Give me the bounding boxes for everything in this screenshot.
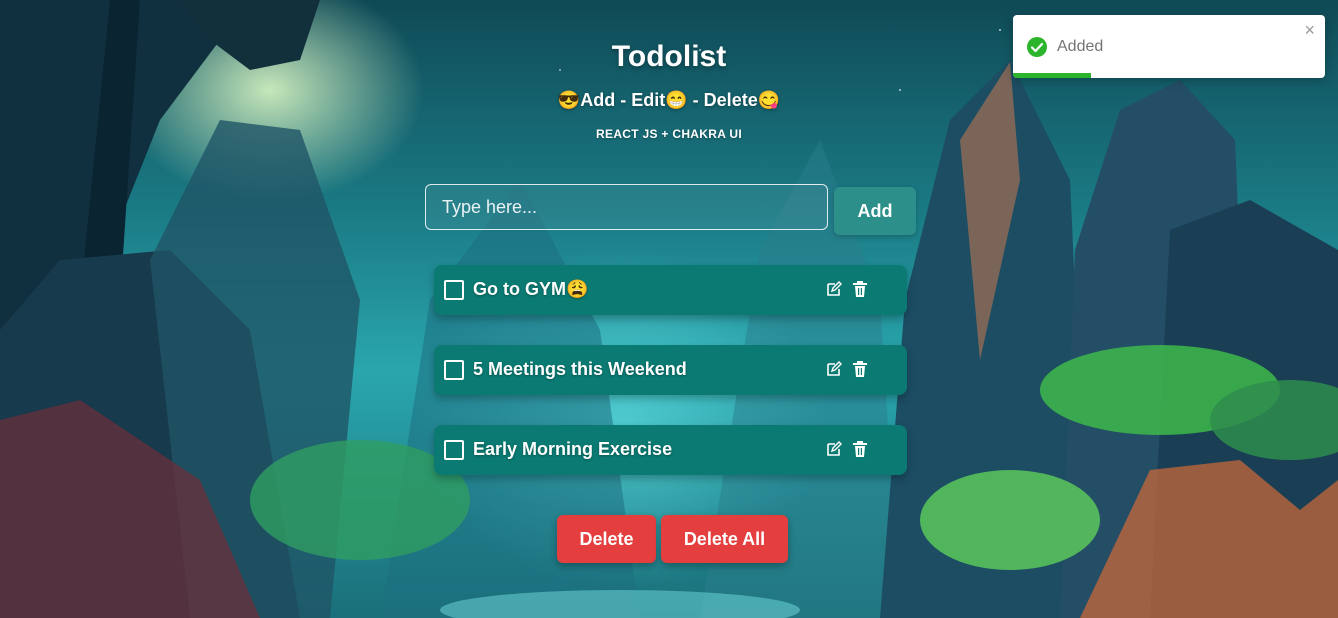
todo-app: Todolist 😎Add - Edit😁 - Delete😋 REACT JS…: [0, 0, 1338, 618]
success-check-icon: [1027, 37, 1047, 57]
todo-item: Go to GYM😩: [434, 265, 907, 315]
todo-input[interactable]: [425, 184, 828, 230]
todo-item: 5 Meetings this Weekend: [434, 345, 907, 395]
delete-button[interactable]: Delete: [557, 515, 656, 563]
trash-icon[interactable]: [852, 280, 868, 298]
todo-checkbox[interactable]: [444, 440, 464, 460]
todo-text: Go to GYM😩: [473, 279, 589, 299]
close-icon[interactable]: ×: [1304, 21, 1315, 39]
todo-checkbox[interactable]: [444, 280, 464, 300]
trash-icon[interactable]: [852, 440, 868, 458]
edit-icon[interactable]: [826, 281, 842, 297]
todo-text: Early Morning Exercise: [473, 439, 673, 459]
delete-all-button[interactable]: Delete All: [661, 515, 788, 563]
tech-tagline: REACT JS + CHAKRA UI: [596, 127, 742, 141]
toast-notification: Added ×: [1013, 15, 1325, 78]
toast-progress-bar: [1013, 73, 1091, 78]
trash-icon[interactable]: [852, 360, 868, 378]
todo-item: Early Morning Exercise: [434, 425, 907, 475]
toast-message: Added: [1057, 38, 1104, 55]
page-subtitle: 😎Add - Edit😁 - Delete😋: [557, 90, 781, 110]
add-button[interactable]: Add: [834, 187, 916, 235]
todo-text: 5 Meetings this Weekend: [473, 359, 687, 379]
edit-icon[interactable]: [826, 441, 842, 457]
todo-checkbox[interactable]: [444, 360, 464, 380]
edit-icon[interactable]: [826, 361, 842, 377]
